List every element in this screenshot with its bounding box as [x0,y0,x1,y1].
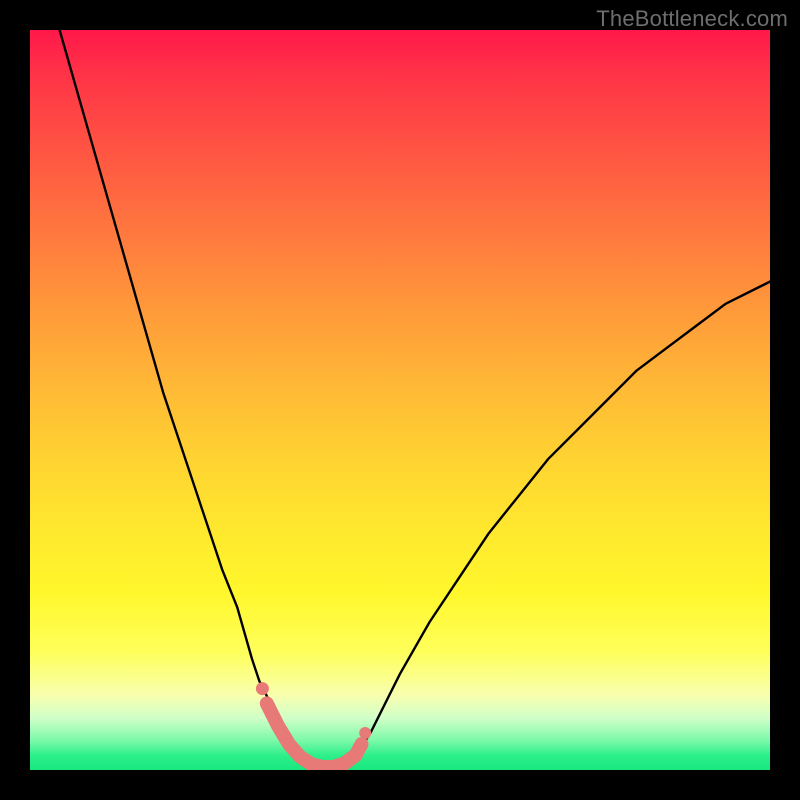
optimal-range-markers [256,682,371,767]
watermark-text: TheBottleneck.com [596,6,788,32]
chart-svg [30,30,770,770]
plot-area [30,30,770,770]
marker-band [267,703,362,767]
marker-dot [256,682,269,695]
marker-dot [359,727,371,739]
chart-frame: TheBottleneck.com [0,0,800,800]
bottleneck-curve [60,30,770,769]
